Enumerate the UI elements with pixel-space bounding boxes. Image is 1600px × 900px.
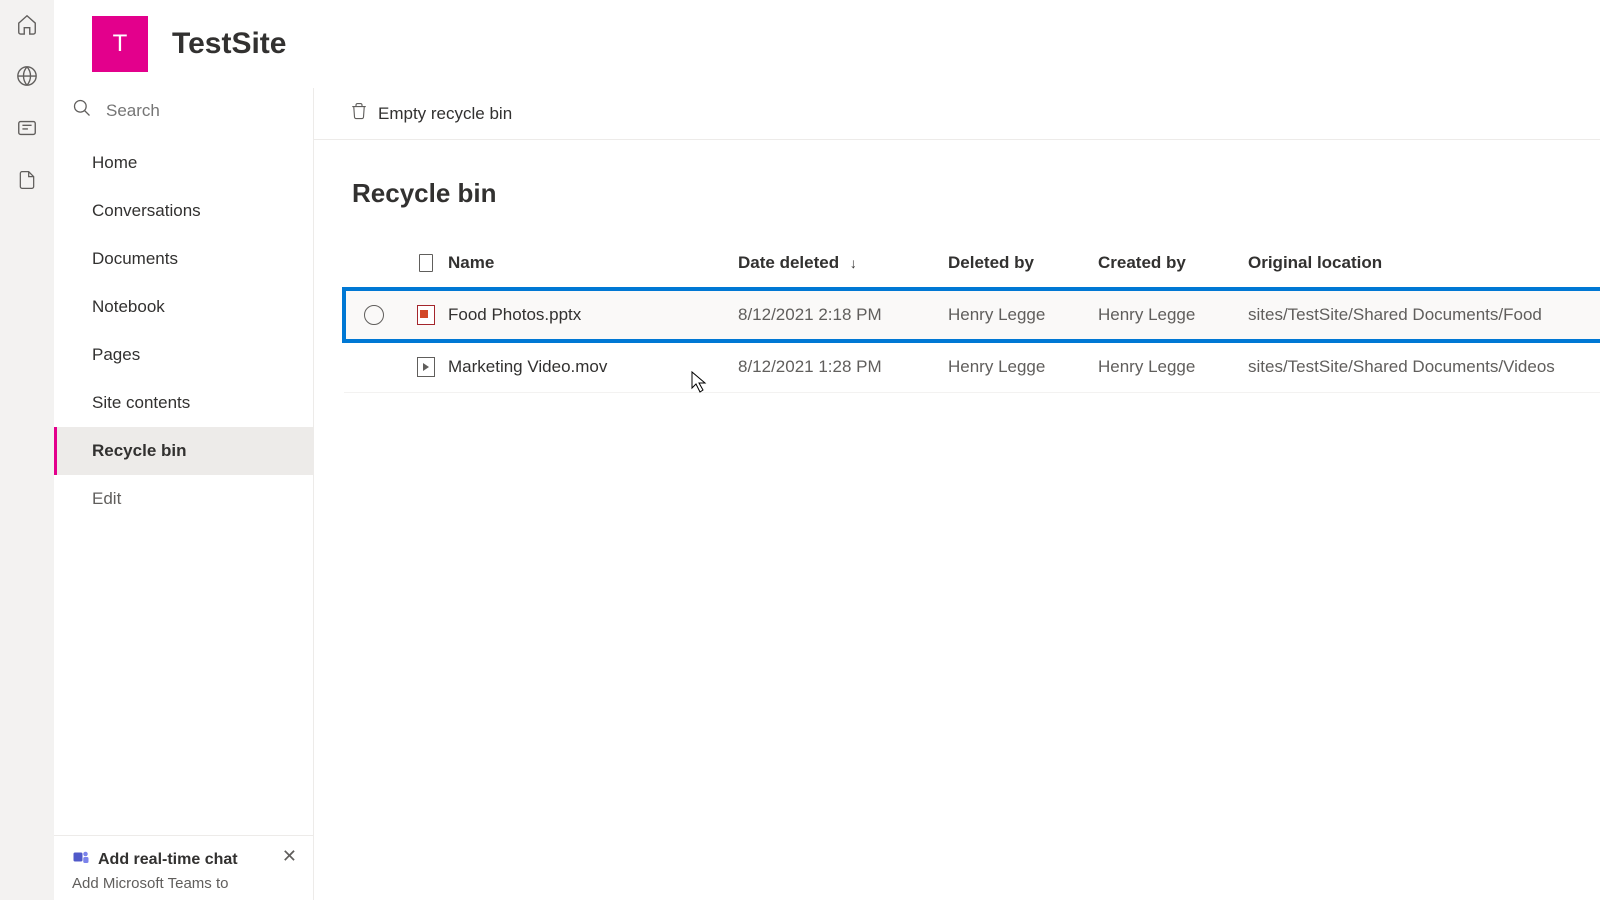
- table-row[interactable]: Food Photos.pptx 8/12/2021 2:18 PM Henry…: [344, 289, 1600, 341]
- globe-icon[interactable]: [15, 64, 39, 88]
- close-icon[interactable]: ✕: [278, 842, 301, 871]
- teams-callout: ✕ Add real-time chat Add Microsoft Teams…: [54, 835, 313, 900]
- file-type-icon: [404, 305, 448, 325]
- powerpoint-icon: [417, 305, 435, 325]
- app-rail: [0, 0, 54, 900]
- page-heading: Recycle bin: [314, 140, 1600, 237]
- files-icon[interactable]: [15, 168, 39, 192]
- teams-title-text: Add real-time chat: [98, 851, 238, 869]
- nav-item-documents[interactable]: Documents: [54, 235, 313, 283]
- search-box[interactable]: [54, 88, 313, 133]
- main-wrapper: T TestSite Home Conversations Documents …: [54, 0, 1600, 900]
- file-name[interactable]: Marketing Video.mov: [448, 357, 738, 377]
- original-location: sites/TestSite/Shared Documents/Videos: [1248, 357, 1600, 377]
- site-header: T TestSite: [54, 0, 1600, 88]
- video-icon: [417, 357, 435, 377]
- column-original-location[interactable]: Original location: [1248, 253, 1600, 273]
- deleted-by: Henry Legge: [948, 357, 1098, 377]
- search-input[interactable]: [106, 101, 295, 121]
- site-logo[interactable]: T: [92, 16, 148, 72]
- file-type-icon: [404, 357, 448, 377]
- column-created-by[interactable]: Created by: [1098, 253, 1248, 273]
- search-icon: [72, 98, 92, 123]
- nav-item-conversations[interactable]: Conversations: [54, 187, 313, 235]
- created-by: Henry Legge: [1098, 305, 1248, 325]
- command-bar: Empty recycle bin: [314, 88, 1600, 140]
- nav-item-site-contents[interactable]: Site contents: [54, 379, 313, 427]
- teams-icon: [72, 848, 90, 871]
- nav-item-notebook[interactable]: Notebook: [54, 283, 313, 331]
- site-title[interactable]: TestSite: [172, 27, 286, 61]
- column-type-icon[interactable]: [404, 254, 448, 272]
- nav-item-pages[interactable]: Pages: [54, 331, 313, 379]
- select-circle-icon[interactable]: [364, 305, 384, 325]
- column-name[interactable]: Name: [448, 253, 738, 273]
- empty-recycle-bin-button[interactable]: Empty recycle bin: [350, 102, 512, 125]
- nav-edit[interactable]: Edit: [54, 475, 313, 523]
- main-panel: Empty recycle bin Recycle bin Name Date …: [314, 88, 1600, 900]
- nav-item-recycle-bin[interactable]: Recycle bin: [54, 427, 313, 475]
- content-area: Home Conversations Documents Notebook Pa…: [54, 88, 1600, 900]
- date-deleted: 8/12/2021 2:18 PM: [738, 305, 948, 325]
- teams-callout-desc: Add Microsoft Teams to: [72, 875, 295, 892]
- home-icon[interactable]: [15, 12, 39, 36]
- column-date-deleted[interactable]: Date deleted ↓: [738, 253, 948, 273]
- original-location: sites/TestSite/Shared Documents/Food: [1248, 305, 1600, 325]
- news-icon[interactable]: [15, 116, 39, 140]
- empty-label: Empty recycle bin: [378, 104, 512, 124]
- left-nav: Home Conversations Documents Notebook Pa…: [54, 88, 314, 900]
- trash-icon: [350, 102, 368, 125]
- document-icon: [419, 254, 433, 272]
- table-header: Name Date deleted ↓ Deleted by Created b…: [344, 237, 1600, 289]
- recycle-bin-table: Name Date deleted ↓ Deleted by Created b…: [344, 237, 1600, 393]
- date-deleted-label: Date deleted: [738, 253, 839, 272]
- column-deleted-by[interactable]: Deleted by: [948, 253, 1098, 273]
- file-name[interactable]: Food Photos.pptx: [448, 305, 738, 325]
- teams-callout-title: Add real-time chat: [72, 848, 295, 871]
- nav-item-home[interactable]: Home: [54, 139, 313, 187]
- sort-descending-icon: ↓: [850, 255, 857, 271]
- nav-list: Home Conversations Documents Notebook Pa…: [54, 139, 313, 523]
- created-by: Henry Legge: [1098, 357, 1248, 377]
- row-select[interactable]: [344, 305, 404, 325]
- table-row[interactable]: Marketing Video.mov 8/12/2021 1:28 PM He…: [344, 341, 1600, 393]
- deleted-by: Henry Legge: [948, 305, 1098, 325]
- date-deleted: 8/12/2021 1:28 PM: [738, 357, 948, 377]
